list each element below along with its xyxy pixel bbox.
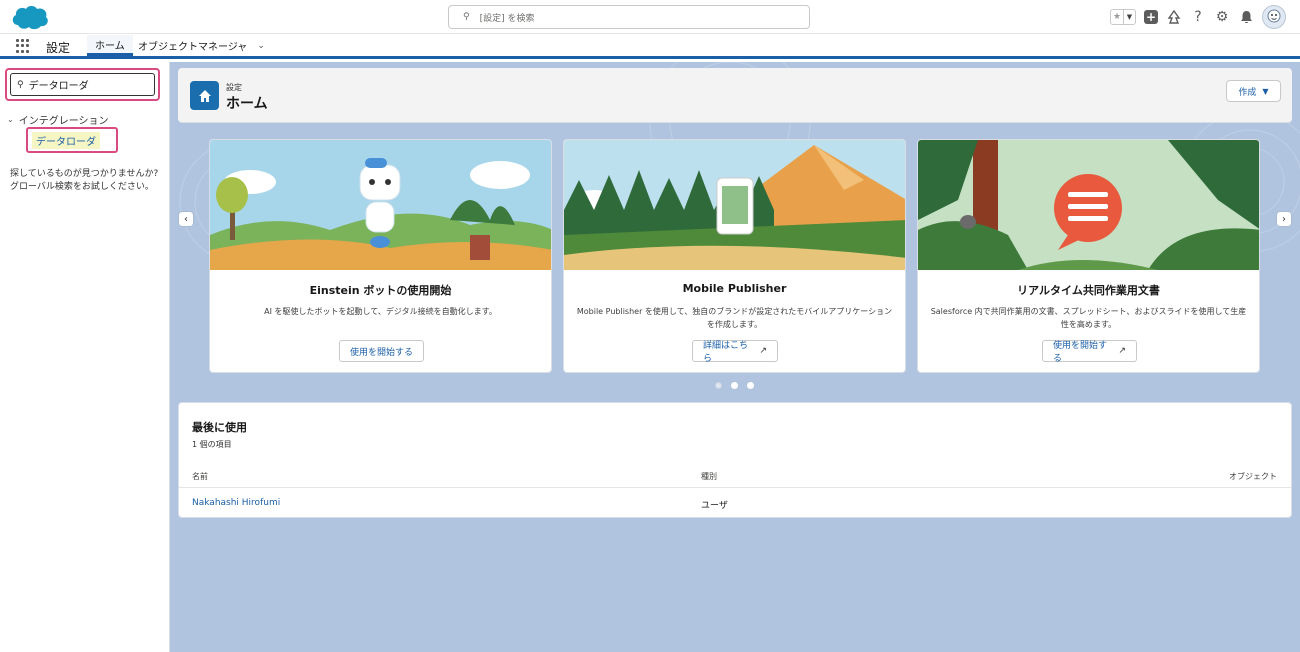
button-label: 詳細はこちら (703, 341, 749, 364)
quick-find-highlight: ⚲ データローダ (5, 68, 160, 101)
card-description: Mobile Publisher を使用して、独自のブランドが設定されたモバイル… (576, 307, 893, 329)
learn-more-button[interactable]: 詳細はこちら ↗ (692, 340, 778, 364)
einstein-bot-illustration (210, 140, 551, 270)
page-title: ホーム (226, 96, 268, 112)
chevron-down-icon[interactable]: ⌄ (257, 41, 265, 51)
not-found-message: 探しているものが見つかりませんか? グローバル検索をお試しください。 (10, 168, 165, 194)
carousel-dot[interactable] (715, 382, 722, 389)
carousel-dot[interactable] (747, 382, 754, 389)
quick-find-input[interactable]: ⚲ データローダ (10, 73, 155, 96)
card-title: Einstein ボットの使用開始 (309, 284, 452, 297)
global-search-placeholder: [設定] を検索 (479, 13, 535, 24)
app-name: 設定 (46, 41, 71, 55)
search-icon: ⚲ (17, 79, 24, 90)
carousel-card-einstein: Einstein ボットの使用開始 AI を駆使したボットを起動して、デジタル接… (209, 139, 552, 373)
card-title: Mobile Publisher (682, 282, 787, 295)
table-row-name-link[interactable]: Nakahashi Hirofumi (192, 498, 280, 508)
search-icon: ⚲ (463, 12, 470, 22)
recent-items-count: 1 個の項目 (192, 440, 232, 449)
help-icon[interactable]: ? (1190, 9, 1206, 25)
app-nav-bar: 設定 ホーム オブジェクトマネージャ ⌄ (0, 35, 1300, 59)
gear-icon[interactable]: ⚙ (1214, 9, 1230, 25)
tree-group-integration[interactable]: ⌄ インテグレーション (7, 112, 109, 127)
quick-find-value: データローダ (28, 81, 89, 92)
card-description: Salesforce 内で共同作業用の文書、スプレッドシート、およびスライドを使… (930, 307, 1247, 329)
chevron-down-icon[interactable]: ▼ (1123, 10, 1135, 24)
card-title: リアルタイム共同作業用文書 (1017, 284, 1160, 297)
bell-icon[interactable] (1238, 9, 1254, 25)
carousel-card-mobile-publisher: Mobile Publisher Mobile Publisher を使用して、… (563, 139, 906, 373)
chevron-down-icon: ⌄ (7, 115, 14, 124)
recent-items-title: 最後に使用 (192, 421, 247, 434)
global-search-input[interactable]: ⚲ [設定] を検索 (448, 5, 810, 29)
not-found-line2: グローバル検索をお試しください。 (10, 182, 154, 193)
page-eyebrow: 設定 (226, 83, 242, 92)
column-header-type[interactable]: 種別 (701, 471, 717, 482)
table-divider (179, 487, 1291, 488)
create-button[interactable]: 作成 ▼ (1226, 80, 1281, 102)
card-description: AI を駆使したボットを起動して、デジタル接続を自動化します。 (264, 307, 497, 316)
carousel-prev-button[interactable]: ‹ (179, 212, 193, 226)
salesforce-logo[interactable] (10, 3, 50, 31)
home-icon (190, 81, 219, 110)
carousel-card-quip: リアルタイム共同作業用文書 Salesforce 内で共同作業用の文書、スプレッ… (917, 139, 1260, 373)
setup-sidebar: ⚲ データローダ ⌄ インテグレーション データローダ 探しているものが見つかり… (0, 62, 170, 652)
table-row-type: ユーザ (701, 501, 728, 511)
external-link-icon: ↗ (1118, 346, 1126, 356)
header-utility-icons: ★ ▼ + ? ⚙ (1110, 5, 1286, 29)
recent-items-panel: 最後に使用 1 個の項目 名前 種別 オブジェクト Nakahashi Hiro… (178, 402, 1292, 518)
not-found-line1: 探しているものが見つかりませんか? (10, 169, 159, 179)
tab-object-manager[interactable]: オブジェクトマネージャ ⌄ (138, 35, 265, 56)
mobile-publisher-illustration (564, 140, 905, 270)
page-header: 設定 ホーム 作成 ▼ (178, 68, 1292, 123)
external-link-icon: ↗ (759, 346, 767, 356)
column-header-name[interactable]: 名前 (192, 471, 208, 482)
tab-home[interactable]: ホーム (87, 35, 133, 56)
column-header-object[interactable]: オブジェクト (1229, 471, 1277, 482)
favorites-button[interactable]: ★ ▼ (1110, 9, 1136, 25)
caret-down-icon: ▼ (1262, 86, 1269, 96)
global-header: ⚲ [設定] を検索 ★ ▼ + ? ⚙ (0, 0, 1300, 34)
get-started-button[interactable]: 使用を開始する (339, 340, 424, 362)
carousel-next-button[interactable]: › (1277, 212, 1291, 226)
app-launcher-icon[interactable] (16, 39, 30, 53)
trailhead-icon[interactable] (1166, 9, 1182, 25)
main-content: 設定 ホーム 作成 ▼ ‹ › Einstein ボットの使用開始 AI を駆使… (170, 62, 1300, 652)
button-label: 使用を開始する (350, 347, 414, 358)
carousel-indicators (715, 382, 754, 389)
user-avatar[interactable] (1262, 5, 1286, 29)
button-label: 使用を開始する (1053, 341, 1108, 364)
tree-group-label: インテグレーション (18, 116, 109, 127)
get-started-button[interactable]: 使用を開始する ↗ (1042, 340, 1137, 364)
collaborative-documents-illustration (918, 140, 1259, 270)
global-actions-icon[interactable]: + (1144, 10, 1158, 24)
tree-item-highlight: データローダ (26, 127, 118, 153)
tab-object-manager-label: オブジェクトマネージャ (138, 42, 248, 53)
create-button-label: 作成 (1238, 87, 1257, 98)
carousel-dot-active[interactable] (731, 382, 738, 389)
tree-item-data-loader[interactable]: データローダ (32, 132, 100, 149)
star-icon: ★ (1112, 12, 1122, 22)
